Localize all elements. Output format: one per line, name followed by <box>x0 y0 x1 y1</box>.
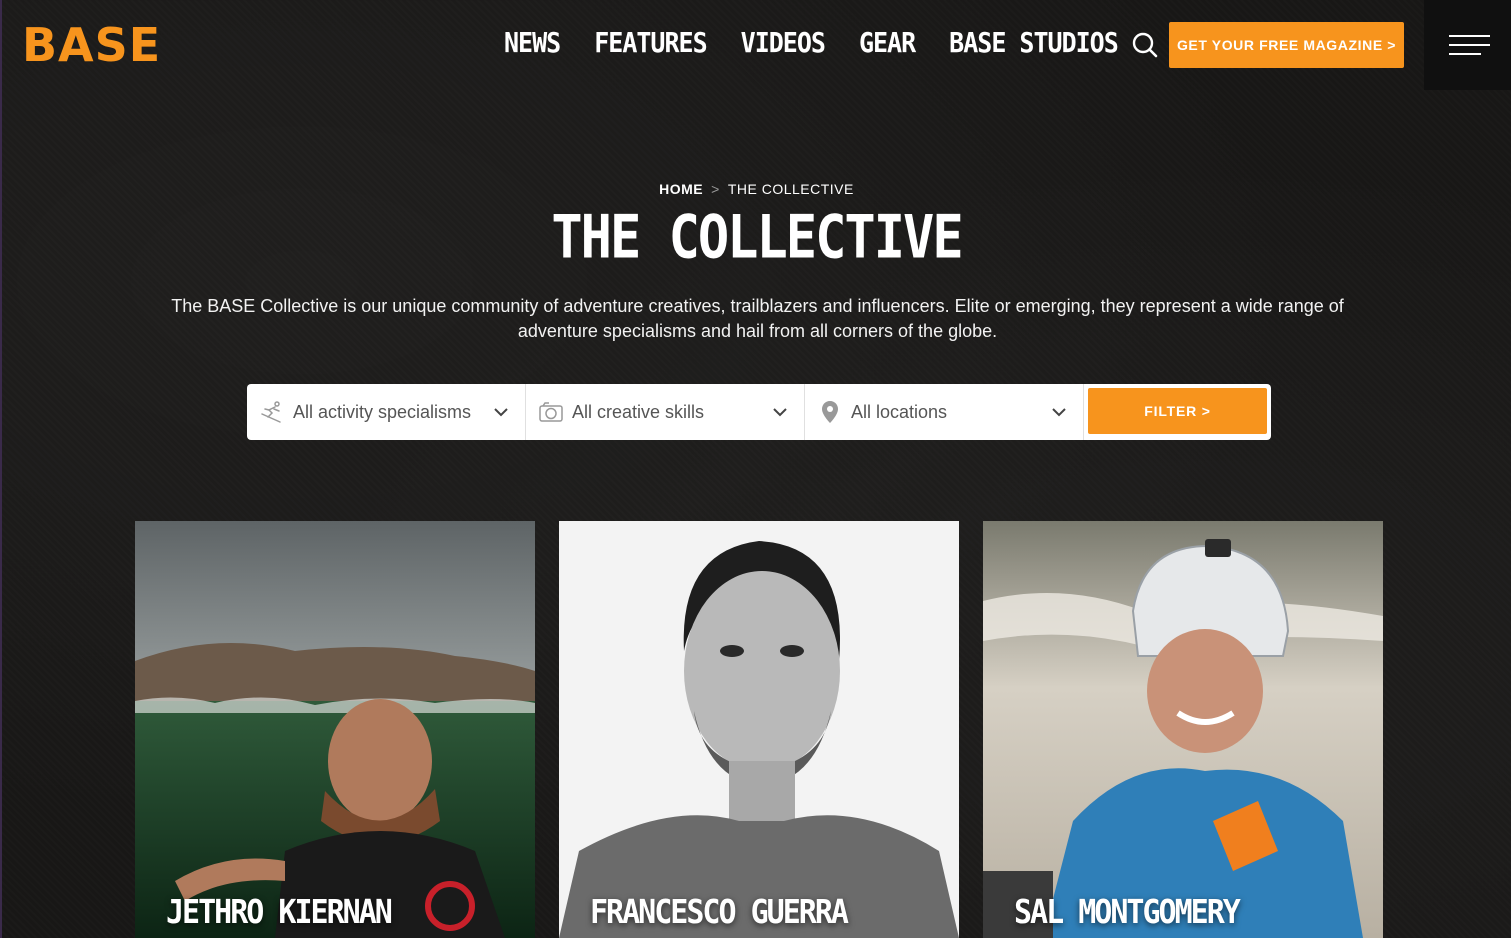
breadcrumb-separator: > <box>711 181 720 197</box>
member-card[interactable]: JETHRO KIERNAN <box>135 521 535 938</box>
chevron-down-icon <box>773 408 787 417</box>
member-photo <box>983 521 1383 938</box>
member-name: JETHRO KIERNAN <box>166 893 393 932</box>
nav-gear[interactable]: GEAR <box>859 27 916 59</box>
hamburger-icon[interactable] <box>1424 0 1511 90</box>
skills-select-value: All creative skills <box>572 401 705 422</box>
nav-news[interactable]: NEWS <box>504 27 561 59</box>
activity-select[interactable]: All activity specialisms <box>247 384 526 440</box>
activity-select-value: All activity specialisms <box>293 401 472 422</box>
breadcrumb: HOME > THE COLLECTIVE <box>2 181 1511 197</box>
breadcrumb-current: THE COLLECTIVE <box>727 181 854 197</box>
member-card[interactable]: FRANCESCO GUERRA <box>559 521 959 938</box>
skier-icon <box>259 400 285 424</box>
base-logo[interactable]: BASE <box>22 20 161 70</box>
location-select[interactable]: All locations <box>805 384 1084 440</box>
location-select-value: All locations <box>851 401 948 422</box>
member-photo <box>559 521 959 938</box>
member-photo <box>135 521 535 938</box>
free-magazine-button[interactable]: GET YOUR FREE MAGAZINE > <box>1169 22 1404 68</box>
main-nav: NEWS FEATURES VIDEOS GEAR BASE STUDIOS <box>504 27 1119 59</box>
camera-icon <box>538 400 564 424</box>
chevron-down-icon <box>494 408 508 417</box>
nav-videos[interactable]: VIDEOS <box>741 27 826 59</box>
member-name: SAL MONTGOMERY <box>1014 893 1241 932</box>
map-pin-icon <box>817 400 843 424</box>
intro-text: The BASE Collective is our unique commun… <box>171 296 1344 341</box>
search-icon[interactable] <box>1131 31 1159 59</box>
filter-bar: All activity specialisms All creative sk… <box>247 384 1271 440</box>
page-title: THE COLLECTIVE <box>551 203 963 273</box>
nav-features[interactable]: FEATURES <box>594 27 707 59</box>
filter-button[interactable]: FILTER > <box>1088 388 1267 434</box>
chevron-down-icon <box>1052 408 1066 417</box>
breadcrumb-home[interactable]: HOME <box>659 181 703 197</box>
nav-base-studios[interactable]: BASE STUDIOS <box>949 27 1119 59</box>
member-name: FRANCESCO GUERRA <box>590 893 849 932</box>
skills-select[interactable]: All creative skills <box>526 384 805 440</box>
member-card[interactable]: SAL MONTGOMERY <box>983 521 1383 938</box>
